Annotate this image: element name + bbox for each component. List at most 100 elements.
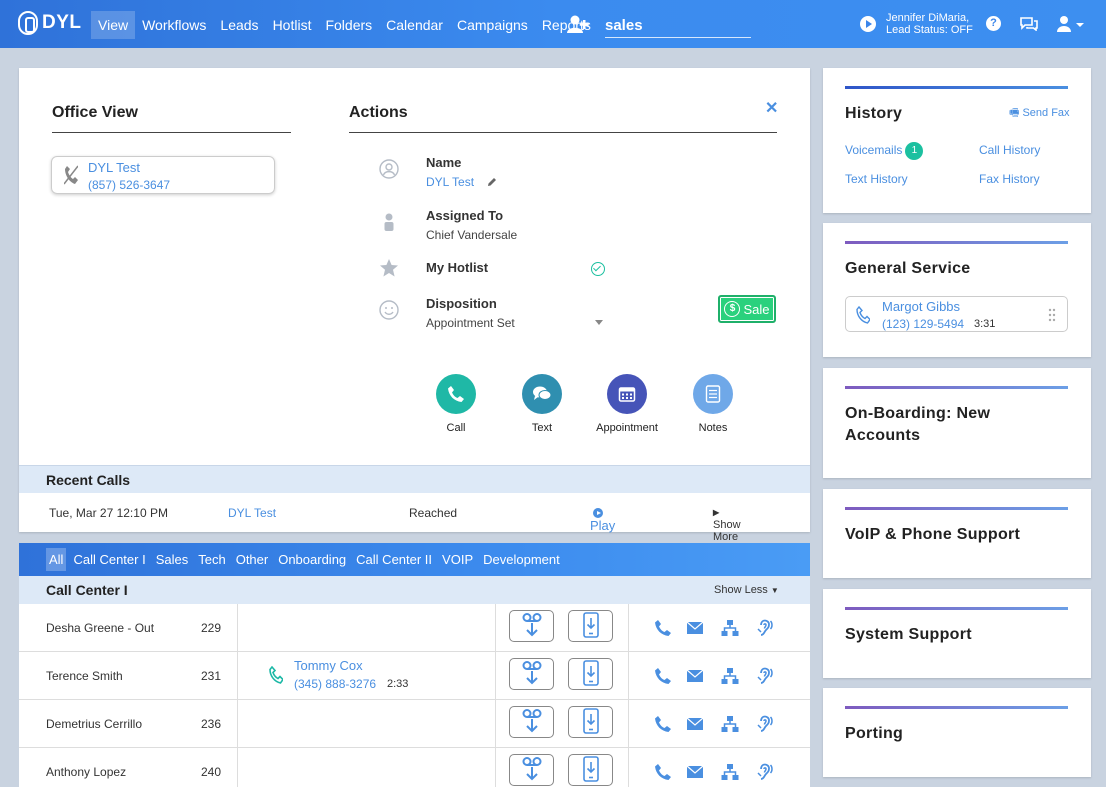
user-menu-icon[interactable]	[1057, 15, 1085, 33]
chat-icon[interactable]	[1020, 17, 1038, 31]
mobile-transfer-button[interactable]	[568, 706, 613, 738]
call-center-title: Call Center I	[46, 582, 128, 598]
voicemail-drop-button[interactable]	[509, 706, 554, 738]
tab-all[interactable]: All	[46, 548, 67, 571]
tab-voip[interactable]: VOIP	[439, 548, 476, 571]
text-action[interactable]: Text	[502, 374, 582, 434]
caller-name[interactable]: Margot Gibbs	[882, 299, 960, 314]
nav-calendar[interactable]: Calendar	[379, 11, 450, 39]
name-value[interactable]: DYL Test	[426, 175, 474, 189]
phone-icon[interactable]	[654, 619, 672, 637]
show-less-button[interactable]: Show Less ▼	[714, 584, 779, 596]
caller-phone[interactable]: (123) 129-5494	[882, 317, 964, 331]
divider	[237, 748, 238, 787]
listen-icon[interactable]	[756, 763, 774, 781]
nav-campaigns[interactable]: Campaigns	[450, 11, 535, 39]
contact-phone[interactable]: (857) 526-3647	[88, 178, 170, 192]
tab-tech[interactable]: Tech	[195, 548, 228, 571]
call-history-link[interactable]: Call History	[979, 143, 1040, 157]
disposition-select[interactable]: Appointment Set	[426, 316, 515, 330]
listen-icon[interactable]	[756, 619, 774, 637]
active-call-card[interactable]: Margot Gibbs (123) 129-5494 3:31	[845, 296, 1068, 332]
voicemail-download-icon	[519, 612, 545, 640]
listen-icon[interactable]	[756, 667, 774, 685]
play-icon[interactable]	[860, 16, 876, 32]
call-action[interactable]: Call	[416, 374, 496, 434]
mobile-transfer-button[interactable]	[568, 754, 613, 786]
hotlist-check-icon[interactable]	[591, 262, 605, 276]
send-fax-button[interactable]: 🖷 Send Fax	[1009, 104, 1070, 123]
appointment-circle[interactable]	[607, 374, 647, 414]
assigned-value: Chief Vandersale	[426, 228, 518, 242]
search-input[interactable]	[605, 14, 751, 38]
close-icon[interactable]: ✕	[765, 98, 778, 118]
nav-view[interactable]: View	[91, 11, 136, 39]
transfer-icon[interactable]	[721, 619, 739, 637]
sale-button[interactable]: $ Sale	[718, 295, 776, 323]
phone-icon	[64, 165, 78, 185]
system-support-panel[interactable]: System Support	[823, 589, 1091, 678]
chevron-down-icon[interactable]	[595, 320, 603, 325]
divider	[52, 132, 291, 133]
listen-icon[interactable]	[756, 715, 774, 733]
tab-onboarding[interactable]: Onboarding	[275, 548, 349, 571]
active-call[interactable]: Tommy Cox (345) 888-3276 2:33	[237, 652, 495, 700]
email-icon[interactable]	[686, 717, 704, 735]
onboarding-title-line-2: Accounts	[845, 427, 921, 444]
call-circle[interactable]	[436, 374, 476, 414]
phone-icon[interactable]	[654, 715, 672, 733]
divider	[628, 604, 629, 651]
recent-calls-title: Recent Calls	[46, 472, 131, 488]
phone-icon[interactable]	[654, 667, 672, 685]
voicemail-drop-button[interactable]	[509, 754, 554, 786]
caller-name[interactable]: Tommy Cox	[294, 658, 363, 673]
help-icon[interactable]: ?	[986, 16, 1001, 31]
contact-name[interactable]: DYL Test	[88, 160, 140, 175]
fax-history-link[interactable]: Fax History	[979, 172, 1040, 186]
transfer-icon[interactable]	[721, 715, 739, 733]
notes-action[interactable]: Notes	[673, 374, 753, 434]
onboarding-panel[interactable]: On-Boarding: New Accounts	[823, 368, 1091, 478]
nav-folders[interactable]: Folders	[318, 11, 379, 39]
mobile-transfer-button[interactable]	[568, 610, 613, 642]
transfer-icon[interactable]	[721, 763, 739, 781]
dyl-logo[interactable]: DYL	[18, 11, 82, 35]
user-status[interactable]: Jennifer DiMaria, Lead Status: OFF	[886, 12, 973, 36]
drag-handle-icon[interactable]	[1048, 308, 1056, 322]
email-icon[interactable]	[686, 621, 704, 639]
voicemail-drop-button[interactable]	[509, 658, 554, 690]
divider	[237, 604, 238, 651]
text-circle[interactable]	[522, 374, 562, 414]
caller-phone[interactable]: (345) 888-3276	[294, 677, 376, 691]
nav-workflows[interactable]: Workflows	[135, 11, 213, 39]
voicemail-download-icon	[519, 660, 545, 688]
email-icon[interactable]	[686, 669, 704, 687]
voicemails-link[interactable]: Voicemails 1	[845, 142, 924, 160]
show-more-button[interactable]: Show More ▶	[713, 506, 741, 543]
notes-circle[interactable]	[693, 374, 733, 414]
voicemail-drop-button[interactable]	[509, 610, 554, 642]
tab-development[interactable]: Development	[480, 548, 563, 571]
email-icon[interactable]	[686, 765, 704, 783]
appointment-action[interactable]: Appointment	[587, 374, 667, 434]
phone-icon[interactable]	[654, 763, 672, 781]
tab-call-center-ii[interactable]: Call Center II	[353, 548, 435, 571]
edit-icon[interactable]	[487, 177, 497, 187]
text-history-link[interactable]: Text History	[845, 172, 908, 186]
tab-call-center-i[interactable]: Call Center I	[70, 548, 148, 571]
play-label: Play	[590, 518, 616, 533]
tab-sales[interactable]: Sales	[153, 548, 192, 571]
dollar-icon: $	[724, 301, 741, 317]
recent-call-contact[interactable]: DYL Test	[228, 506, 276, 520]
mobile-transfer-button[interactable]	[568, 658, 613, 690]
office-contact-card[interactable]: DYL Test (857) 526-3647	[51, 156, 275, 194]
tab-other[interactable]: Other	[233, 548, 272, 571]
porting-panel[interactable]: Porting	[823, 688, 1091, 777]
transfer-icon[interactable]	[721, 667, 739, 685]
voip-panel[interactable]: VoIP & Phone Support	[823, 489, 1091, 578]
add-user-icon[interactable]	[567, 14, 589, 34]
play-recording-button[interactable]: Play	[590, 505, 615, 533]
nav-hotlist[interactable]: Hotlist	[266, 11, 319, 39]
nav-leads[interactable]: Leads	[213, 11, 265, 39]
voicemails-label: Voicemails	[845, 143, 903, 157]
